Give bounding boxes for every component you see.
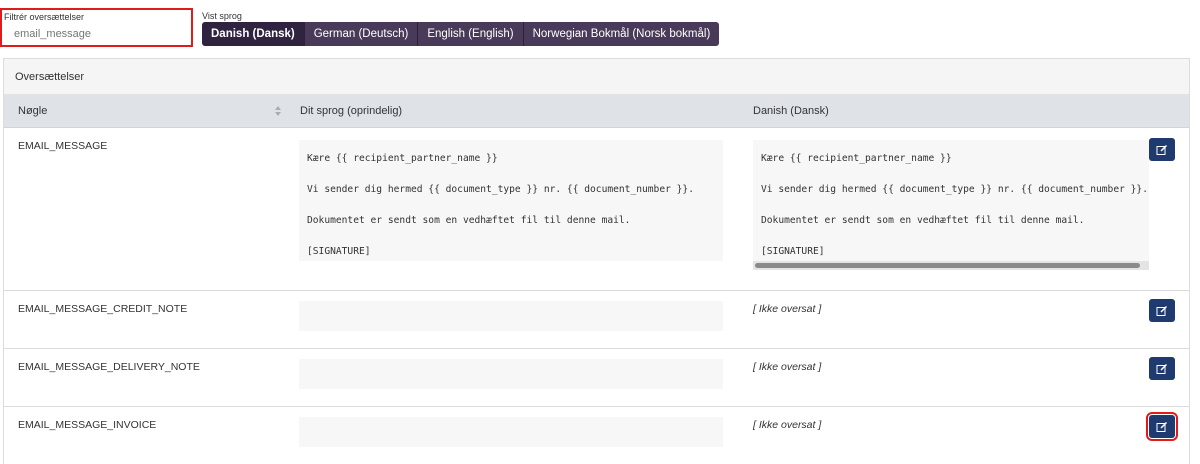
translations-panel: Oversættelser Nøgle Dit sprog (oprindeli… bbox=[3, 58, 1190, 464]
scrollbar-thumb[interactable] bbox=[755, 263, 1140, 268]
pencil-square-icon bbox=[1156, 144, 1168, 155]
original-text-box: Kære {{ recipient_partner_name }} Vi sen… bbox=[299, 140, 723, 261]
pencil-square-icon bbox=[1156, 305, 1168, 316]
translation-line: Dokumentet er sendt som en vedhæftet fil… bbox=[761, 215, 1085, 226]
filter-label: Filtrér oversættelser bbox=[4, 12, 85, 22]
translation-line: [SIGNATURE] bbox=[761, 246, 825, 257]
table-header: Nøgle Dit sprog (oprindelig) Danish (Dan… bbox=[4, 95, 1189, 128]
row-key: EMAIL_MESSAGE bbox=[18, 140, 108, 152]
table-row: EMAIL_MESSAGE_DELIVERY_NOTE [ Ikke overs… bbox=[4, 349, 1189, 407]
edit-button[interactable] bbox=[1149, 357, 1175, 380]
edit-button[interactable] bbox=[1146, 412, 1178, 441]
not-translated-label: [ Ikke oversat ] bbox=[753, 303, 822, 315]
translation-text-box: Kære {{ recipient_partner_name }} Vi sen… bbox=[753, 140, 1149, 261]
translation-line: Vi sender dig hermed {{ document_type }}… bbox=[761, 184, 1148, 195]
column-header-key[interactable]: Nøgle bbox=[18, 95, 47, 128]
table-row: EMAIL_MESSAGE_INVOICE [ Ikke oversat ] bbox=[4, 407, 1189, 464]
language-button-group: Danish (Dansk) German (Deutsch) English … bbox=[202, 22, 720, 46]
original-line: Kære {{ recipient_partner_name }} bbox=[307, 153, 498, 164]
table-row: EMAIL_MESSAGE Kære {{ recipient_partner_… bbox=[4, 128, 1189, 291]
not-translated-label: [ Ikke oversat ] bbox=[753, 419, 822, 431]
table-row: EMAIL_MESSAGE_CREDIT_NOTE [ Ikke oversat… bbox=[4, 291, 1189, 349]
shown-language-label: Vist sprog bbox=[202, 11, 242, 21]
row-key: EMAIL_MESSAGE_CREDIT_NOTE bbox=[18, 303, 188, 315]
original-line: [SIGNATURE] bbox=[307, 246, 371, 257]
original-line: Dokumentet er sendt som en vedhæftet fil… bbox=[307, 215, 631, 226]
language-button-german[interactable]: German (Deutsch) bbox=[304, 22, 419, 46]
panel-title: Oversættelser bbox=[4, 59, 1189, 95]
edit-button[interactable] bbox=[1149, 138, 1175, 161]
language-button-english[interactable]: English (English) bbox=[418, 22, 524, 46]
language-button-danish[interactable]: Danish (Dansk) bbox=[202, 22, 305, 46]
original-text-box bbox=[299, 359, 723, 389]
edit-button[interactable] bbox=[1149, 299, 1175, 322]
language-button-norwegian[interactable]: Norwegian Bokmål (Norsk bokmål) bbox=[523, 22, 720, 46]
original-line: Vi sender dig hermed {{ document_type }}… bbox=[307, 184, 694, 195]
filter-input[interactable] bbox=[6, 24, 186, 44]
horizontal-scrollbar[interactable] bbox=[753, 261, 1149, 270]
pencil-square-icon bbox=[1156, 421, 1168, 432]
pencil-square-icon bbox=[1156, 363, 1168, 374]
translation-line: Kære {{ recipient_partner_name }} bbox=[761, 153, 952, 164]
original-text-box bbox=[299, 301, 723, 331]
original-text-box bbox=[299, 417, 723, 447]
row-key: EMAIL_MESSAGE_INVOICE bbox=[18, 419, 157, 431]
filter-translations-box: Filtrér oversættelser bbox=[0, 8, 193, 47]
column-header-danish: Danish (Dansk) bbox=[753, 105, 829, 117]
sort-icon[interactable] bbox=[275, 106, 281, 116]
row-key: EMAIL_MESSAGE_DELIVERY_NOTE bbox=[18, 361, 200, 373]
column-header-original: Dit sprog (oprindelig) bbox=[300, 105, 403, 117]
not-translated-label: [ Ikke oversat ] bbox=[753, 361, 822, 373]
